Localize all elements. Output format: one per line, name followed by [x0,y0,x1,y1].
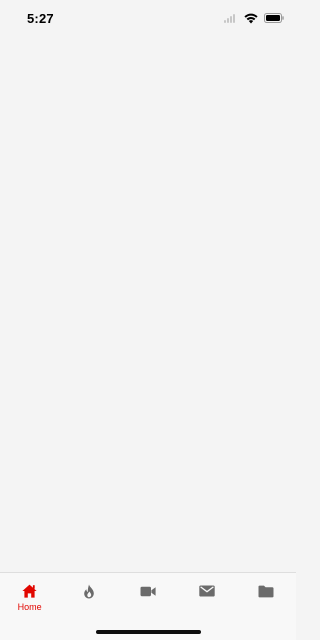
home-indicator[interactable] [96,630,201,634]
status-time: 5:27 [27,11,54,26]
envelope-icon [198,583,216,599]
status-icons [224,12,284,24]
tab-videos[interactable] [118,581,177,621]
status-bar: 5:27 [0,0,296,36]
battery-icon [264,13,284,23]
wifi-icon [244,13,258,24]
video-camera-icon [139,583,157,599]
tab-home[interactable]: Home [0,581,59,621]
fire-icon [80,583,98,599]
home-icon [21,583,39,599]
cellular-signal-icon [224,13,238,23]
tab-files[interactable] [237,581,296,621]
main-content [0,36,296,572]
tab-home-label: Home [17,602,42,612]
folder-icon [257,583,275,599]
tab-messages[interactable] [178,581,237,621]
tab-trending[interactable] [59,581,118,621]
